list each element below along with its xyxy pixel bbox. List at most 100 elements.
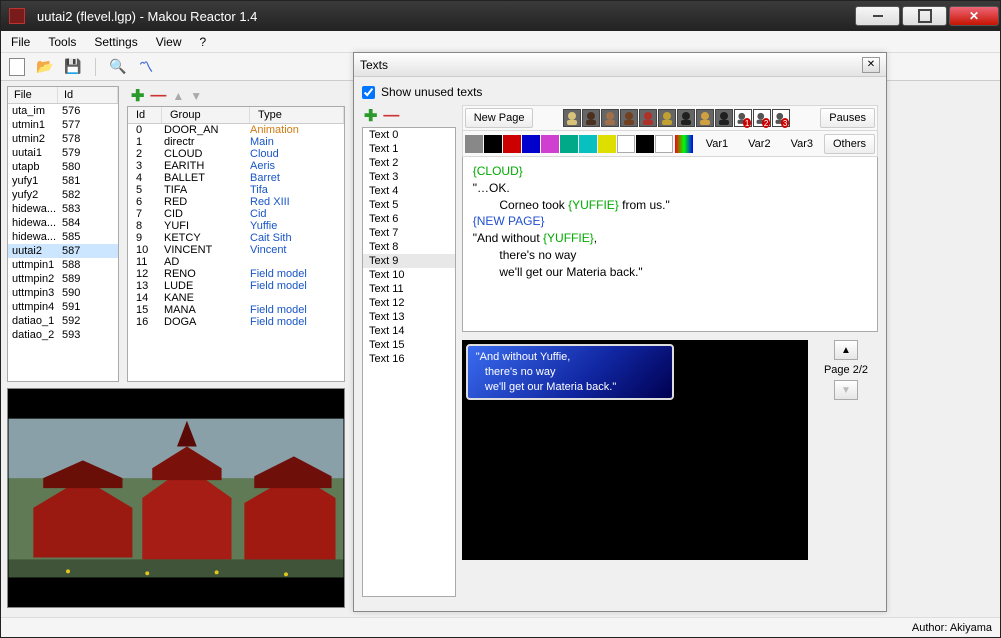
party-slot-icon[interactable] (753, 109, 771, 127)
color-swatch[interactable] (617, 135, 635, 153)
group-row[interactable]: 11AD (128, 256, 344, 268)
character-portrait-icon[interactable] (639, 109, 657, 127)
color-swatch[interactable] (465, 135, 483, 153)
menu-tools[interactable]: Tools (48, 35, 76, 49)
others-button[interactable]: Others (824, 134, 875, 154)
remove-group-icon[interactable]: — (150, 87, 166, 105)
col-id[interactable]: Id (58, 87, 118, 103)
text-item[interactable]: Text 4 (363, 184, 455, 198)
group-row[interactable]: 15MANAField model (128, 304, 344, 316)
character-portrait-icon[interactable] (601, 109, 619, 127)
file-row[interactable]: hidewa...584 (8, 216, 118, 230)
file-row[interactable]: hidewa...585 (8, 230, 118, 244)
character-portrait-icon[interactable] (620, 109, 638, 127)
group-row[interactable]: 4BALLETBarret (128, 172, 344, 184)
file-row[interactable]: uttmpin1588 (8, 258, 118, 272)
group-row[interactable]: 0DOOR_ANAnimation (128, 124, 344, 136)
add-text-icon[interactable]: ✚ (364, 106, 377, 126)
remove-text-icon[interactable]: — (383, 107, 399, 125)
text-item[interactable]: Text 15 (363, 338, 455, 352)
group-row[interactable]: 12RENOField model (128, 268, 344, 280)
menu-help[interactable]: ? (200, 35, 207, 49)
text-item[interactable]: Text 13 (363, 310, 455, 324)
character-portrait-icon[interactable] (563, 109, 581, 127)
menu-settings[interactable]: Settings (94, 35, 137, 49)
character-portrait-icon[interactable] (696, 109, 714, 127)
script-wand-icon[interactable] (136, 57, 156, 77)
color-swatch[interactable] (636, 135, 654, 153)
page-down-button[interactable]: ▼ (834, 380, 858, 400)
group-row[interactable]: 9KETCYCait Sith (128, 232, 344, 244)
file-row[interactable]: uta_im576 (8, 104, 118, 118)
texts-close-button[interactable]: ✕ (862, 57, 880, 73)
party-slot-icon[interactable] (772, 109, 790, 127)
text-item[interactable]: Text 8 (363, 240, 455, 254)
group-row[interactable]: 2CLOUDCloud (128, 148, 344, 160)
file-row[interactable]: datiao_1592 (8, 314, 118, 328)
text-item[interactable]: Text 6 (363, 212, 455, 226)
text-item[interactable]: Text 0 (363, 128, 455, 142)
character-portrait-icon[interactable] (677, 109, 695, 127)
party-slot-icon[interactable] (734, 109, 752, 127)
col-group-type[interactable]: Type (250, 107, 344, 123)
text-item[interactable]: Text 12 (363, 296, 455, 310)
color-swatch[interactable] (579, 135, 597, 153)
var2-button[interactable]: Var2 (739, 134, 779, 154)
file-row[interactable]: utapb580 (8, 160, 118, 174)
rainbow-swatch[interactable] (675, 135, 693, 153)
color-swatch[interactable] (655, 135, 673, 153)
group-row[interactable]: 13LUDEField model (128, 280, 344, 292)
show-unused-texts[interactable]: Show unused texts (362, 85, 878, 99)
menu-view[interactable]: View (156, 35, 182, 49)
open-icon[interactable] (35, 57, 55, 77)
group-row[interactable]: 14KANE (128, 292, 344, 304)
text-item[interactable]: Text 1 (363, 142, 455, 156)
text-item[interactable]: Text 10 (363, 268, 455, 282)
file-row[interactable]: uutai2587 (8, 244, 118, 258)
new-icon[interactable] (7, 57, 27, 77)
color-swatch[interactable] (541, 135, 559, 153)
col-file[interactable]: File (8, 87, 58, 103)
move-up-icon[interactable]: ▲ (172, 89, 184, 103)
col-group-name[interactable]: Group (162, 107, 250, 123)
file-row[interactable]: uutai1579 (8, 146, 118, 160)
save-icon[interactable] (63, 57, 83, 77)
text-item[interactable]: Text 9 (363, 254, 455, 268)
color-swatch[interactable] (484, 135, 502, 153)
var1-button[interactable]: Var1 (697, 134, 737, 154)
move-down-icon[interactable]: ▼ (190, 89, 202, 103)
group-row[interactable]: 5TIFATifa (128, 184, 344, 196)
character-portrait-icon[interactable] (582, 109, 600, 127)
color-swatch[interactable] (522, 135, 540, 153)
text-item[interactable]: Text 7 (363, 226, 455, 240)
text-item[interactable]: Text 3 (363, 170, 455, 184)
file-row[interactable]: uttmpin3590 (8, 286, 118, 300)
minimize-button[interactable] (855, 6, 900, 26)
file-row[interactable]: yufy1581 (8, 174, 118, 188)
text-item[interactable]: Text 16 (363, 352, 455, 366)
color-swatch[interactable] (598, 135, 616, 153)
text-item[interactable]: Text 11 (363, 282, 455, 296)
new-page-button[interactable]: New Page (465, 108, 534, 128)
character-portrait-icon[interactable] (715, 109, 733, 127)
group-row[interactable]: 16DOGAField model (128, 316, 344, 328)
file-row[interactable]: utmin2578 (8, 132, 118, 146)
group-row[interactable]: 8YUFIYuffie (128, 220, 344, 232)
character-portrait-icon[interactable] (658, 109, 676, 127)
text-item[interactable]: Text 2 (363, 156, 455, 170)
file-row[interactable]: utmin1577 (8, 118, 118, 132)
group-row[interactable]: 1directrMain (128, 136, 344, 148)
pauses-button[interactable]: Pauses (820, 108, 875, 128)
file-row[interactable]: yufy2582 (8, 188, 118, 202)
file-row[interactable]: uttmpin4591 (8, 300, 118, 314)
group-row[interactable]: 7CIDCid (128, 208, 344, 220)
file-row[interactable]: hidewa...583 (8, 202, 118, 216)
group-row[interactable]: 3EARITHAeris (128, 160, 344, 172)
text-editor[interactable]: {CLOUD} "…OK. Corneo took {YUFFIE} from … (462, 157, 878, 332)
color-swatch[interactable] (560, 135, 578, 153)
text-item[interactable]: Text 5 (363, 198, 455, 212)
show-unused-checkbox[interactable] (362, 86, 375, 99)
text-item[interactable]: Text 14 (363, 324, 455, 338)
close-button[interactable] (949, 6, 999, 26)
text-list[interactable]: Text 0Text 1Text 2Text 3Text 4Text 5Text… (362, 127, 456, 597)
